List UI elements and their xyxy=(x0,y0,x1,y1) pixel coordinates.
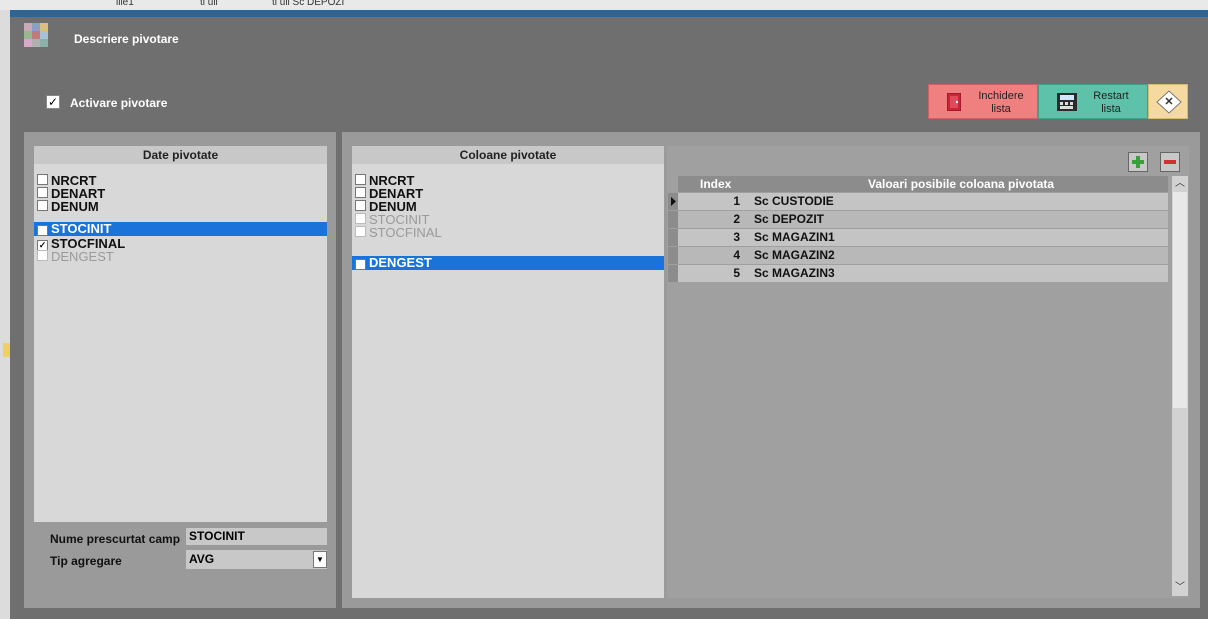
item-checkbox xyxy=(355,226,366,237)
list-item[interactable]: DENUM xyxy=(34,200,327,213)
coloane-pivotate-header: Coloane pivotate xyxy=(352,146,664,164)
dialog-title: Descriere pivotare xyxy=(74,32,179,46)
list-item-selected[interactable]: ✓ STOCINIT xyxy=(34,222,327,236)
item-label: STOCFINAL xyxy=(369,225,442,240)
remove-value-button[interactable] xyxy=(1160,152,1180,172)
item-checkbox[interactable] xyxy=(355,187,366,198)
row-indicator[interactable] xyxy=(668,247,678,264)
item-label: STOCINIT xyxy=(51,221,112,236)
inchidere-lista-button[interactable]: Inchidere lista xyxy=(928,84,1038,119)
tip-agregare-select[interactable]: AVG xyxy=(186,550,327,569)
date-pivotate-header: Date pivotate xyxy=(34,146,327,164)
minus-icon xyxy=(1164,160,1176,164)
cell-index: 2 xyxy=(733,212,740,226)
date-pivotate-list[interactable]: NRCRT DENART DENUM ✓ STOCINIT ✓ STOCFINAL … xyxy=(34,164,327,522)
item-checkbox[interactable] xyxy=(37,200,48,211)
item-checkbox xyxy=(37,250,48,261)
list-item-disabled: DENGEST xyxy=(34,250,327,263)
cell-value: Sc DEPOZIT xyxy=(754,212,825,226)
cell-index: 4 xyxy=(733,248,740,262)
row-indicator[interactable] xyxy=(668,211,678,228)
item-label: DENUM xyxy=(51,199,99,214)
background-window-strip: ilie1 ti ull ti ull Sc DEPOZI xyxy=(0,0,1208,10)
cell-value: Sc MAGAZIN2 xyxy=(754,248,835,262)
table-row[interactable]: 5 Sc MAGAZIN3 xyxy=(668,265,1168,282)
item-label: DENGEST xyxy=(51,249,114,264)
cell-value: Sc CUSTODIE xyxy=(754,194,834,208)
scrollbar-thumb[interactable] xyxy=(1173,192,1187,408)
inchidere-lista-label: Inchidere lista xyxy=(978,90,1024,115)
grid-header: Index Valoari posibile coloana pivotata xyxy=(678,176,1168,192)
item-label: DENGEST xyxy=(369,255,432,270)
list-item-disabled: STOCFINAL xyxy=(352,226,664,239)
scroll-up-icon[interactable]: ︿ xyxy=(1172,176,1188,192)
cell-index: 3 xyxy=(733,230,740,244)
row-indicator[interactable] xyxy=(668,265,678,282)
item-checkbox[interactable] xyxy=(355,200,366,211)
row-indicator[interactable] xyxy=(668,229,678,246)
plus-icon xyxy=(1132,156,1144,168)
item-checkbox[interactable]: ✓ xyxy=(355,259,366,270)
background-window-edge xyxy=(0,10,10,619)
table-row[interactable]: 2 Sc DEPOZIT xyxy=(668,211,1168,228)
bg-text: ti ull xyxy=(200,0,218,8)
scroll-down-icon[interactable]: ﹀ xyxy=(1172,580,1188,596)
item-checkbox[interactable] xyxy=(355,174,366,185)
item-checkbox[interactable] xyxy=(37,174,48,185)
list-item-selected[interactable]: ✓ DENGEST xyxy=(352,256,664,270)
bg-marker xyxy=(3,343,10,357)
column-header-values[interactable]: Valoari posibile coloana pivotata xyxy=(868,177,1054,191)
table-row[interactable]: 3 Sc MAGAZIN1 xyxy=(668,229,1168,246)
add-value-button[interactable] xyxy=(1128,152,1148,172)
bg-text: ti ull Sc DEPOZI xyxy=(272,0,345,8)
cell-value: Sc MAGAZIN1 xyxy=(754,230,835,244)
current-row-arrow-icon xyxy=(671,197,676,206)
tip-agregare-label: Tip agregare xyxy=(50,554,122,568)
restart-lista-button[interactable]: Restart lista xyxy=(1038,84,1148,119)
activare-pivotare-checkbox[interactable]: ✓ xyxy=(46,95,60,109)
row-indicator[interactable] xyxy=(668,193,678,210)
bg-text: ilie1 xyxy=(116,0,134,8)
calculator-icon xyxy=(1057,93,1077,111)
cancel-button[interactable]: ✕ xyxy=(1148,84,1188,119)
chevron-down-icon[interactable]: ▼ xyxy=(313,551,327,568)
column-header-index[interactable]: Index xyxy=(700,177,731,191)
restart-lista-label: Restart lista xyxy=(1093,90,1129,115)
table-row[interactable]: 1 Sc CUSTODIE xyxy=(668,193,1168,210)
nume-prescurtat-field[interactable]: STOCINIT xyxy=(186,528,327,545)
app-logo-icon xyxy=(24,23,48,47)
nume-prescurtat-label: Nume prescurtat camp xyxy=(50,532,181,546)
exit-door-icon xyxy=(947,93,961,111)
activare-pivotare-label: Activare pivotare xyxy=(70,96,168,110)
cancel-glyph: ✕ xyxy=(1164,96,1174,108)
table-row[interactable]: 4 Sc MAGAZIN2 xyxy=(668,247,1168,264)
dialog-title-bar xyxy=(10,10,1208,17)
item-checkbox[interactable]: ✓ xyxy=(37,225,48,236)
item-checkbox xyxy=(355,213,366,224)
cell-index: 1 xyxy=(733,194,740,208)
coloane-pivotate-list[interactable]: NRCRT DENART DENUM STOCINIT STOCFINAL ✓ D… xyxy=(352,164,664,598)
cell-value: Sc MAGAZIN3 xyxy=(754,266,835,280)
item-checkbox[interactable] xyxy=(37,187,48,198)
cell-index: 5 xyxy=(733,266,740,280)
